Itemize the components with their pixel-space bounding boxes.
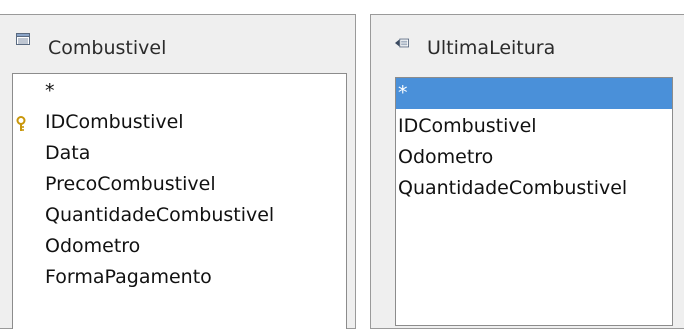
field-row-odometro[interactable]: Odometro (13, 231, 346, 262)
field-label: QuantidadeCombustivel (398, 177, 628, 199)
field-row-quantidadecombustivel[interactable]: QuantidadeCombustivel (13, 200, 346, 231)
field-label: Odometro (45, 235, 141, 257)
field-row-data[interactable]: Data (13, 138, 346, 169)
field-row-formapagamento[interactable]: FormaPagamento (13, 262, 346, 293)
table-icon (16, 33, 30, 45)
field-row-odometro[interactable]: Odometro (396, 142, 672, 173)
table-title: Combustivel (48, 37, 167, 59)
field-label: QuantidadeCombustivel (45, 204, 275, 226)
table-title-bar[interactable]: UltimaLeitura (371, 15, 684, 71)
field-label: * (398, 82, 408, 104)
field-label: FormaPagamento (45, 266, 212, 288)
field-label: Data (45, 142, 91, 164)
table-window-combustivel[interactable]: Combustivel * IDCombustivel Data PrecoCo… (0, 14, 356, 329)
primary-key-icon (16, 116, 26, 131)
table-title-bar[interactable]: Combustivel (0, 15, 355, 71)
field-list[interactable]: * IDCombustivel Odometro QuantidadeCombu… (395, 77, 673, 326)
query-design-canvas: Combustivel * IDCombustivel Data PrecoCo… (0, 0, 684, 329)
table-title: UltimaLeitura (427, 37, 556, 59)
field-row-quantidadecombustivel[interactable]: QuantidadeCombustivel (396, 173, 672, 204)
field-label: * (45, 80, 55, 102)
field-label: IDCombustivel (45, 111, 184, 133)
field-label: IDCombustivel (398, 115, 537, 137)
field-row-all[interactable]: * (396, 78, 672, 109)
query-icon (395, 38, 409, 48)
field-label: PrecoCombustivel (45, 173, 216, 195)
table-window-ultimaleitura[interactable]: UltimaLeitura * IDCombustivel Odometro Q… (370, 14, 684, 329)
field-label: Odometro (398, 146, 494, 168)
field-list[interactable]: * IDCombustivel Data PrecoCombustivel Qu… (12, 73, 347, 329)
field-row-all[interactable]: * (13, 76, 346, 107)
field-row-precocombustivel[interactable]: PrecoCombustivel (13, 169, 346, 200)
field-row-idcombustivel[interactable]: IDCombustivel (13, 107, 346, 138)
field-row-idcombustivel[interactable]: IDCombustivel (396, 111, 672, 142)
